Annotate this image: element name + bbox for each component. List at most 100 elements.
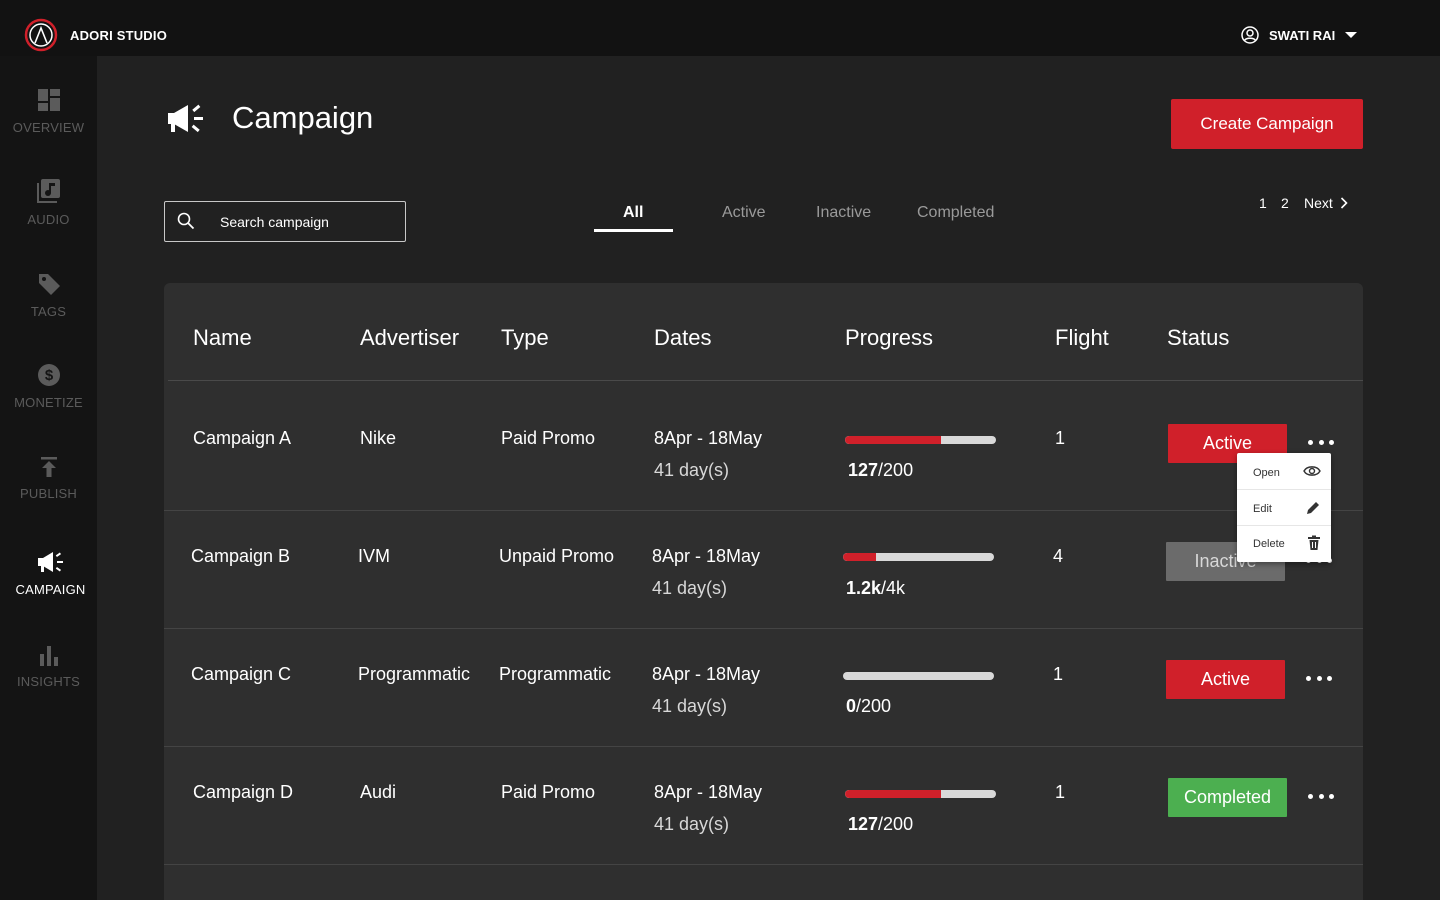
progress-total: /200 xyxy=(878,460,914,480)
trash-icon xyxy=(1308,535,1320,550)
flight-count: 1 xyxy=(1055,782,1066,802)
search-icon xyxy=(177,212,195,230)
flight-count: 1 xyxy=(1055,428,1066,448)
active-tab-indicator xyxy=(594,229,673,232)
progress-done: 127 xyxy=(848,460,879,480)
date-range: 8Apr - 18May xyxy=(654,782,763,802)
progress-value: 0/200 xyxy=(846,696,891,717)
campaign-name[interactable]: Campaign D xyxy=(193,782,293,803)
dashboard-icon xyxy=(37,89,60,111)
column-header-progress: Progress xyxy=(845,325,934,350)
next-page-link[interactable]: Next xyxy=(1304,195,1348,211)
campaign-type: Unpaid Promo xyxy=(499,546,615,566)
more-options-icon[interactable] xyxy=(1306,673,1332,683)
user-icon xyxy=(1241,26,1259,44)
progress-total: /200 xyxy=(856,696,892,716)
create-campaign-button[interactable]: Create Campaign xyxy=(1171,99,1363,149)
duration: 41 day(s) xyxy=(654,814,730,834)
sidebar-item-label: PUBLISH xyxy=(19,486,78,501)
sidebar-item-overview[interactable]: OVERVIEW xyxy=(0,88,97,135)
sidebar-item-tags[interactable]: TAGS xyxy=(0,272,97,319)
advertiser: IVM xyxy=(358,546,391,566)
campaign-name[interactable]: Campaign C xyxy=(191,664,291,685)
menu-item-edit[interactable]: Edit xyxy=(1237,491,1331,526)
progress-done: 0 xyxy=(846,696,857,716)
user-name: SWATI RAI xyxy=(1269,27,1336,43)
row-divider xyxy=(164,864,1363,865)
megaphone-icon xyxy=(37,552,63,572)
chevron-right-icon xyxy=(1340,197,1348,209)
progress-done: 127 xyxy=(848,814,879,834)
duration: 41 day(s) xyxy=(654,460,730,480)
campaign-type: Paid Promo xyxy=(501,782,596,802)
tab-inactive[interactable]: Inactive xyxy=(816,204,871,222)
top-bar: ADORI STUDIO SWATI RAI xyxy=(0,0,1440,56)
progress-done: 1.2k xyxy=(846,578,882,598)
sidebar-item-campaign[interactable]: CAMPAIGN xyxy=(2,550,99,597)
chevron-down-icon xyxy=(1345,32,1358,38)
user-menu[interactable]: SWATI RAI xyxy=(1241,26,1358,44)
pencil-icon xyxy=(1307,502,1319,514)
advertiser: Nike xyxy=(360,428,397,448)
row-divider xyxy=(164,510,1363,511)
page-link-2[interactable]: 2 xyxy=(1281,195,1289,211)
column-header-flight: Flight xyxy=(1055,325,1109,350)
status-badge[interactable]: Completed xyxy=(1168,778,1287,817)
search-input[interactable] xyxy=(220,212,390,232)
svg-text:$: $ xyxy=(44,367,53,384)
campaign-type: Programmatic xyxy=(499,664,612,684)
adori-logo-icon[interactable] xyxy=(24,18,58,52)
column-header-type: Type xyxy=(501,325,549,350)
search-box[interactable] xyxy=(164,201,406,242)
progress-bar-fill xyxy=(843,553,877,561)
tab-active[interactable]: Active xyxy=(722,204,766,222)
menu-item-open[interactable]: Open xyxy=(1237,455,1331,490)
advertiser: Audi xyxy=(360,782,397,802)
column-header-dates: Dates xyxy=(654,325,712,350)
progress-total: /200 xyxy=(878,814,914,834)
header-divider xyxy=(168,380,1363,381)
date-range: 8Apr - 18May xyxy=(652,546,761,566)
sidebar: OVERVIEW AUDIO TAGS $ MONETIZE PUBLISH C… xyxy=(0,56,97,900)
page-title: Campaign xyxy=(232,100,374,135)
megaphone-icon xyxy=(168,104,203,133)
column-header-status: Status xyxy=(1167,325,1230,350)
tab-completed[interactable]: Completed xyxy=(917,204,994,222)
sidebar-item-label: MONETIZE xyxy=(14,395,83,410)
progress-bar-fill xyxy=(845,790,941,798)
progress-value: 1.2k/4k xyxy=(846,578,905,599)
sidebar-item-audio[interactable]: AUDIO xyxy=(0,178,97,227)
more-options-icon[interactable] xyxy=(1308,791,1334,801)
status-badge[interactable]: Active xyxy=(1166,660,1285,699)
campaign-name[interactable]: Campaign A xyxy=(193,428,291,449)
progress-bar xyxy=(845,790,996,798)
menu-item-label: Edit xyxy=(1253,503,1272,515)
flight-count: 1 xyxy=(1053,664,1064,684)
sidebar-item-label: CAMPAIGN xyxy=(15,582,86,597)
row-divider xyxy=(164,746,1363,747)
duration: 41 day(s) xyxy=(652,578,728,598)
eye-icon xyxy=(1303,466,1321,476)
sidebar-item-insights[interactable]: INSIGHTS xyxy=(0,644,97,689)
menu-item-delete[interactable]: Delete xyxy=(1237,526,1331,561)
campaign-name[interactable]: Campaign B xyxy=(191,546,290,567)
column-header-name: Name xyxy=(193,325,252,350)
sidebar-item-monetize[interactable]: $ MONETIZE xyxy=(0,363,97,410)
page-link-1[interactable]: 1 xyxy=(1259,195,1267,211)
sidebar-item-publish[interactable]: PUBLISH xyxy=(0,456,97,501)
brand-name: ADORI STUDIO xyxy=(70,28,168,43)
progress-value: 127/200 xyxy=(848,460,913,481)
music-library-icon xyxy=(36,179,60,203)
menu-item-label: Open xyxy=(1253,467,1280,479)
advertiser: Programmatic xyxy=(358,664,471,684)
progress-bar-fill xyxy=(845,436,941,444)
bar-chart-icon xyxy=(39,646,58,666)
more-options-icon[interactable] xyxy=(1308,437,1334,447)
sidebar-item-label: INSIGHTS xyxy=(17,674,80,689)
progress-bar xyxy=(843,672,994,680)
campaign-type: Paid Promo xyxy=(501,428,596,448)
column-header-advertiser: Advertiser xyxy=(360,325,460,350)
publish-icon xyxy=(40,457,57,477)
date-range: 8Apr - 18May xyxy=(654,428,763,448)
tab-all[interactable]: All xyxy=(623,204,643,222)
